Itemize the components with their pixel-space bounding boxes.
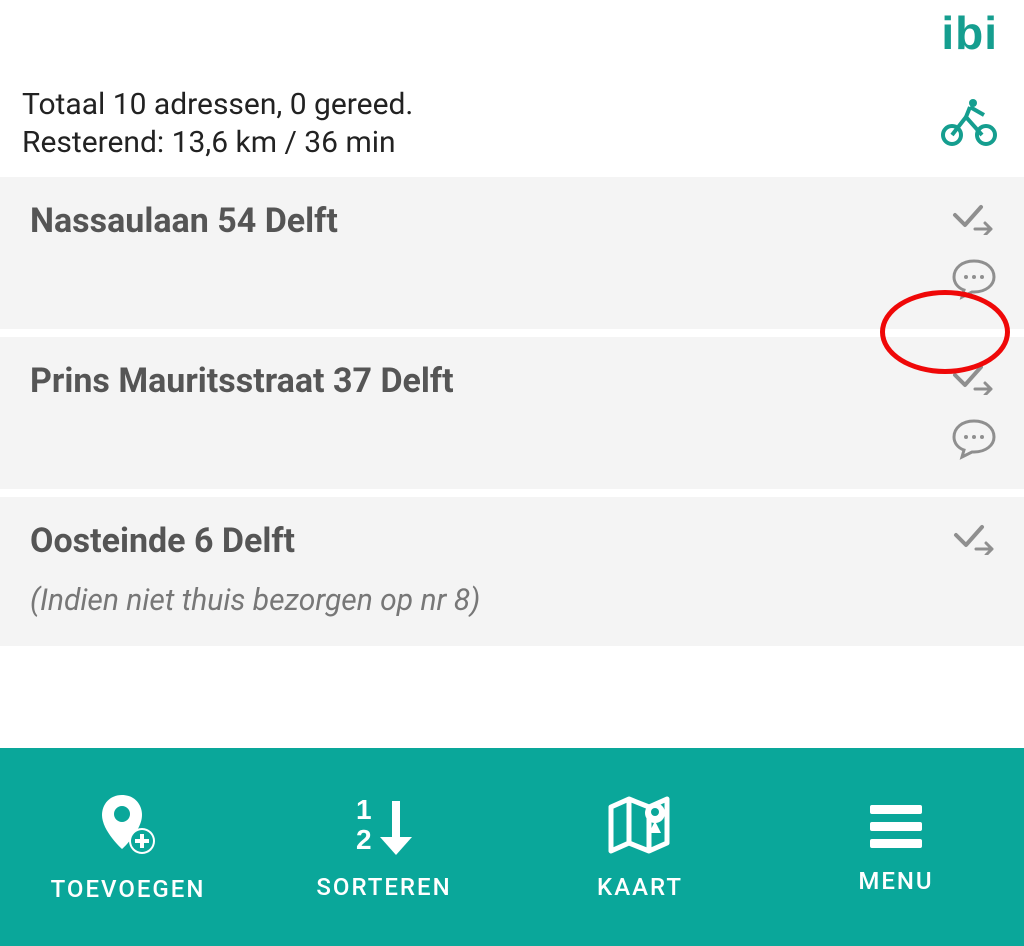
pin-add-icon (96, 791, 160, 861)
svg-text:2: 2 (356, 824, 372, 855)
address-note: (Indien niet thuis bezorgen op nr 8) (30, 583, 952, 618)
bottom-nav: TOEVOEGEN 1 2 SORTEREN KAART (0, 748, 1024, 946)
nav-add-button[interactable]: TOEVOEGEN (0, 748, 256, 946)
check-arrow-icon[interactable] (951, 203, 997, 235)
list-item[interactable]: Nassaulaan 54 Delft (0, 177, 1024, 329)
nav-menu-label: MENU (858, 867, 933, 895)
svg-text:1: 1 (356, 794, 372, 825)
vehicle-bike-icon[interactable] (940, 97, 998, 151)
check-arrow-icon[interactable] (952, 523, 998, 555)
speech-bubble-icon[interactable] (950, 417, 998, 461)
brand-logo: ibi (941, 10, 998, 56)
summary-line1: Totaal 10 adressen, 0 gereed. (22, 86, 413, 124)
list-item[interactable]: Prins Mauritsstraat 37 Delft (0, 337, 1024, 489)
check-arrow-icon[interactable] (951, 363, 997, 395)
logo-row: ibi (0, 0, 1024, 56)
address-title: Nassaulaan 54 Delft (30, 201, 950, 241)
nav-map-label: KAART (597, 873, 683, 901)
address-title: Oosteinde 6 Delft (30, 521, 952, 561)
nav-map-button[interactable]: KAART (512, 748, 768, 946)
nav-sort-button[interactable]: 1 2 SORTEREN (256, 748, 512, 946)
map-icon (605, 793, 675, 859)
nav-sort-label: SORTEREN (316, 873, 451, 901)
address-list: Nassaulaan 54 Delft Prins Mauritsstra (0, 177, 1024, 646)
summary-text: Totaal 10 adressen, 0 gereed. Resterend:… (22, 86, 413, 161)
nav-menu-button[interactable]: MENU (768, 748, 1024, 946)
hamburger-icon (866, 799, 926, 853)
nav-add-label: TOEVOEGEN (51, 875, 206, 903)
list-item[interactable]: Oosteinde 6 Delft (Indien niet thuis bez… (0, 497, 1024, 646)
address-title: Prins Mauritsstraat 37 Delft (30, 361, 950, 401)
speech-bubble-icon[interactable] (950, 257, 998, 301)
sort-icon: 1 2 (346, 793, 422, 859)
summary-row: Totaal 10 adressen, 0 gereed. Resterend:… (0, 56, 1024, 171)
summary-line2: Resterend: 13,6 km / 36 min (22, 124, 413, 162)
